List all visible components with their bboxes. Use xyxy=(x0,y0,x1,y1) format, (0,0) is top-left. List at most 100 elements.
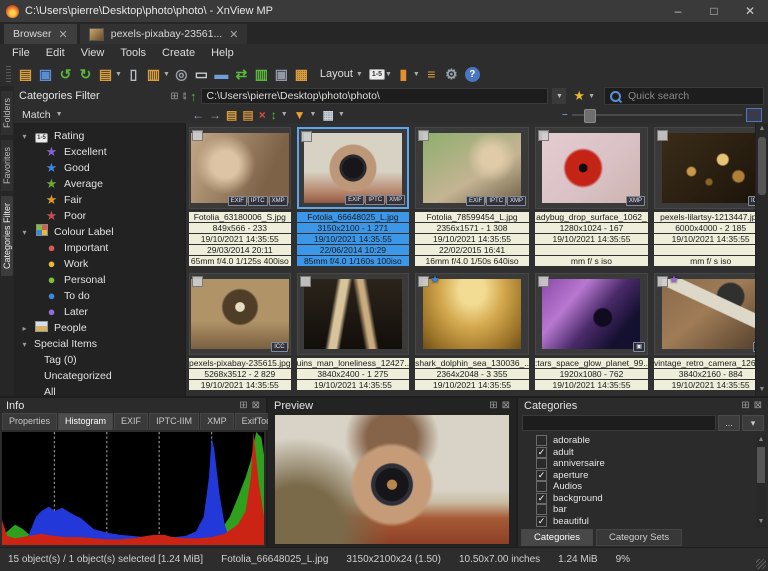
up-folder-icon[interactable]: ↑ xyxy=(190,89,197,104)
thumbnail-item[interactable]: EXIF IPTC XMP Fotolia_78599454_L.jpg 2356x15… xyxy=(412,123,532,269)
close-icon[interactable]: ✕ xyxy=(229,28,238,41)
chevron-down-icon[interactable]: ▼ xyxy=(588,93,595,100)
thumbnail-checkbox[interactable] xyxy=(192,130,203,141)
category-row-aperture[interactable]: ✓ aperture xyxy=(520,469,755,482)
chevron-down-icon[interactable]: ▼ xyxy=(115,71,122,78)
thumbnail-tile[interactable]: ICC xyxy=(653,127,756,209)
category-filter-input[interactable] xyxy=(522,415,716,431)
tree-expand-icon[interactable]: ▾ xyxy=(20,340,29,349)
tree-item-work[interactable]: ● Work xyxy=(20,256,185,272)
thumbnail-checkbox[interactable] xyxy=(299,276,311,287)
scroll-up-icon[interactable]: ▲ xyxy=(756,123,768,135)
capture-icon[interactable]: ▣ xyxy=(272,64,291,84)
thumbnail-item[interactable]: EXIF IPTC XMP Fotolia_66648025_L.jpg 3150x21… xyxy=(294,123,412,269)
thumbnail-tile[interactable]: ★ xyxy=(415,273,529,355)
chevron-down-icon[interactable]: ▼ xyxy=(385,71,392,78)
tree-item-average[interactable]: ★ Average xyxy=(20,176,185,192)
category-row-anniversaire[interactable]: anniversaire xyxy=(520,458,755,470)
thumbnail-tile[interactable]: EXIF IPTC XMP xyxy=(415,127,529,209)
tree-item-excellent[interactable]: ★ Excellent xyxy=(20,144,185,160)
tab-histogram[interactable]: Histogram xyxy=(58,413,114,430)
settings-gear-icon[interactable]: ⚙ xyxy=(442,64,461,84)
delete-icon[interactable]: × xyxy=(259,108,266,122)
category-row-bar[interactable]: bar xyxy=(520,504,755,516)
menu-edit[interactable]: Edit xyxy=(38,47,73,59)
rotate-right-icon[interactable]: ↻ xyxy=(76,64,95,84)
tree-item-later[interactable]: ● Later xyxy=(20,304,185,320)
tree-item-special-items[interactable]: ▾ Special Items xyxy=(20,336,185,352)
category-row-audios[interactable]: Audios xyxy=(520,481,755,493)
thumbnail-tile[interactable]: XMP xyxy=(535,127,648,209)
thumbnail-tile[interactable] xyxy=(296,273,410,355)
edit-folder-icon[interactable]: ▤ xyxy=(242,108,253,122)
fullscreen-icon[interactable]: ▣ xyxy=(36,64,55,84)
close-icon[interactable]: ✕ xyxy=(59,28,68,41)
tab-pexels-pixabay-23561-[interactable]: pexels-pixabay-23561... ✕ xyxy=(79,24,248,44)
thumbnail-size-slider[interactable]: – xyxy=(562,107,762,123)
thumbnail-checkbox[interactable] xyxy=(538,130,549,141)
match-dropdown[interactable]: Match xyxy=(22,109,51,121)
close-button[interactable]: ✕ xyxy=(732,0,768,22)
thumbnail-checkbox[interactable] xyxy=(656,130,668,141)
back-icon[interactable]: ← xyxy=(192,108,204,122)
slider-minus-icon[interactable]: – xyxy=(562,109,568,120)
category-row-background[interactable]: ✓ background xyxy=(520,492,755,505)
thumbnail-item[interactable]: ICCpexels-lilartsy-1213447.jpg6000x4000 … xyxy=(651,123,756,269)
category-scrollbar[interactable]: ▲ ▼ xyxy=(756,435,766,527)
tree-item-uncategorized[interactable]: Uncategorized xyxy=(20,368,185,384)
tree-item-fair[interactable]: ★ Fair xyxy=(20,192,185,208)
thumbnail-checkbox[interactable] xyxy=(418,276,430,287)
minimize-button[interactable]: – xyxy=(660,0,696,22)
category-row-beautiful[interactable]: ✓ beautiful xyxy=(520,515,755,528)
rotate-left-icon[interactable]: ↺ xyxy=(56,64,75,84)
category-checkbox[interactable] xyxy=(536,458,547,470)
category-row-adorable[interactable]: adorable xyxy=(520,435,755,447)
category-checkbox[interactable]: ✓ xyxy=(536,446,547,458)
category-checkbox[interactable]: ✓ xyxy=(536,515,547,527)
chevron-down-icon[interactable]: ▼ xyxy=(163,71,170,78)
tab-iptc-iim[interactable]: IPTC-IIM xyxy=(149,413,200,430)
quick-search-input[interactable] xyxy=(626,89,758,103)
thumbnail-tile[interactable]: EXIF IPTC XMP xyxy=(296,127,410,209)
category-checkbox[interactable] xyxy=(536,435,547,447)
float-panel-icon[interactable]: ⊞ xyxy=(170,91,178,102)
category-checkbox[interactable]: ✓ xyxy=(536,492,547,504)
slideshow-icon[interactable]: ▬ xyxy=(212,64,231,84)
path-dropdown-icon[interactable]: ▼ xyxy=(552,88,567,104)
tab-browser[interactable]: Browser ✕ xyxy=(4,24,77,44)
compare-icon[interactable]: ▥ xyxy=(252,64,271,84)
thumbnail-tile[interactable]: EXIF IPTC XMP xyxy=(189,127,291,209)
close-panel-icon[interactable]: ⊠ xyxy=(502,400,510,411)
thumbnail-scrollbar[interactable]: ▲ ▼ xyxy=(755,123,768,396)
float-panel-icon[interactable]: ⊞ xyxy=(741,400,749,411)
menu-view[interactable]: View xyxy=(73,47,113,59)
layout-dropdown[interactable]: Layout xyxy=(312,68,356,80)
wallpaper-icon[interactable]: ▦ xyxy=(292,64,311,84)
find-icon[interactable]: ◎ xyxy=(172,64,191,84)
tree-item-colour-label[interactable]: ▾ Colour Label xyxy=(20,224,185,240)
scroll-up-icon[interactable]: ▲ xyxy=(756,435,766,445)
thumbnail-item[interactable]: ▣:tars_space_glow_planet_99.. 1920x1080 -… xyxy=(532,269,651,396)
path-input[interactable] xyxy=(200,88,549,104)
sidebar-tab-folders[interactable]: Folders xyxy=(1,91,13,136)
chevron-down-icon[interactable]: ▼ xyxy=(281,111,288,118)
scrollbar-thumb[interactable] xyxy=(758,137,766,195)
category-checkbox[interactable] xyxy=(536,504,547,516)
thumbnail-item[interactable]: uins_man_loneliness_12427.. 3840x2400 - 1… xyxy=(294,269,412,396)
menu-create[interactable]: Create xyxy=(154,47,203,59)
close-panel-icon[interactable]: ⊠ xyxy=(754,400,762,411)
slider-handle[interactable] xyxy=(583,108,596,123)
toolbar-grip[interactable] xyxy=(6,66,11,82)
category-checkbox[interactable] xyxy=(536,481,547,493)
tab-properties[interactable]: Properties xyxy=(2,413,58,430)
thumbnail-tile[interactable]: ★▣ xyxy=(653,273,756,355)
print-icon[interactable]: ▭ xyxy=(192,64,211,84)
category-dropdown-button[interactable]: ▾ xyxy=(742,415,764,431)
tab-categories[interactable]: Categories xyxy=(521,529,593,546)
sidebar-tab-favorites[interactable]: Favorites xyxy=(1,140,13,192)
tree-item-rating[interactable]: ▾ 1-5 Rating xyxy=(20,128,185,144)
tree-item-good[interactable]: ★ Good xyxy=(20,160,185,176)
menu-help[interactable]: Help xyxy=(203,47,242,59)
tab-xmp[interactable]: XMP xyxy=(200,413,234,430)
help-icon[interactable]: ? xyxy=(464,66,480,82)
